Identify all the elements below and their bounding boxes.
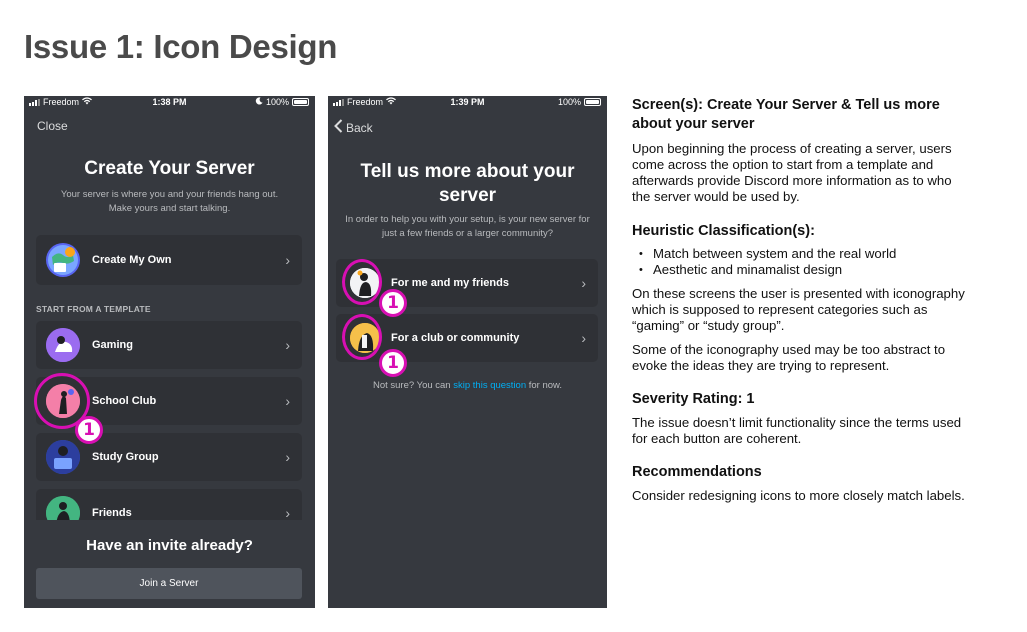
screen-subtitle-line1: In order to help you with your setup, is… xyxy=(345,214,590,225)
section-label: START FROM A TEMPLATE xyxy=(36,304,151,314)
slide-title: Issue 1: Icon Design xyxy=(24,28,338,65)
create-server-screenshot: Freedom 1:38 PM 100% Close Create Your S… xyxy=(24,96,315,608)
callout-ring xyxy=(342,259,382,305)
screens-heading-line1: Screen(s): Create Your Server & Tell us … xyxy=(632,97,940,113)
screens-body-line1: Upon beginning the process of creating a… xyxy=(632,141,952,156)
notes-panel: Screen(s): Create Your Server & Tell us … xyxy=(632,96,1002,504)
template-label: School Club xyxy=(92,395,157,407)
callout-number: 1 xyxy=(75,416,103,444)
not-sure-text: Not sure? You can skip this question for… xyxy=(328,380,607,391)
recommendations-heading: Recommendations xyxy=(632,464,762,480)
create-my-own-label: Create My Own xyxy=(92,254,172,266)
not-sure-suffix: for now. xyxy=(526,380,563,391)
severity-heading: Severity Rating: 1 xyxy=(632,391,755,407)
gaming-icon xyxy=(46,328,80,362)
back-label: Back xyxy=(346,120,373,135)
heuristic-body1-line1: On these screens the user is presented w… xyxy=(632,286,965,301)
option-label: For me and my friends xyxy=(391,277,509,289)
template-label: Study Group xyxy=(92,451,159,463)
chevron-right-icon: › xyxy=(285,449,290,465)
battery-icon xyxy=(584,98,601,106)
screens-body-line2: come across the option to start from a t… xyxy=(632,157,934,172)
status-bar: Freedom 1:38 PM 100% xyxy=(24,96,315,110)
screen-title-line1: Tell us more about your xyxy=(360,161,575,182)
not-sure-prefix: Not sure? You can xyxy=(372,380,454,391)
heuristic-item: Match between system and the real world xyxy=(632,246,1002,262)
template-label: Friends xyxy=(92,507,132,519)
heuristic-body2-line2: evoke the ideas they are trying to repre… xyxy=(632,358,890,373)
template-gaming[interactable]: Gaming › xyxy=(36,321,302,369)
screens-body-line4: the server would be used by. xyxy=(632,189,800,204)
screen-subtitle-line1: Your server is where you and your friend… xyxy=(60,189,279,200)
screen-subtitle-line2: just a few friends or a larger community… xyxy=(381,228,554,239)
template-study-group[interactable]: Study Group › xyxy=(36,433,302,481)
chevron-right-icon: › xyxy=(285,505,290,521)
heuristic-body2-line1: Some of the iconography used may be too … xyxy=(632,342,946,357)
screens-body-line3: afterwards provide Discord more informat… xyxy=(632,173,952,188)
heuristic-body1-line3: “gaming” or “study group”. xyxy=(632,318,785,333)
status-bar: Freedom 1:39 PM 100% xyxy=(328,96,607,110)
callout-number: 1 xyxy=(379,349,407,377)
join-server-button[interactable]: Join a Server xyxy=(36,568,302,599)
screens-heading-line2: about your server xyxy=(632,116,755,132)
severity-body-line1: The issue doesn’t limit functionality si… xyxy=(632,415,962,430)
chevron-right-icon[interactable]: › xyxy=(581,330,586,346)
skip-question-link[interactable]: skip this question xyxy=(453,380,526,391)
template-label: Gaming xyxy=(92,339,133,351)
screen-subtitle-line2: Make yours and start talking. xyxy=(108,203,231,214)
callout-number: 1 xyxy=(379,289,407,317)
moon-icon xyxy=(255,97,263,107)
recommendations-body: Consider redesigning icons to more close… xyxy=(632,488,965,503)
chevron-right-icon: › xyxy=(285,337,290,353)
chevron-left-icon xyxy=(334,119,343,136)
back-button[interactable]: Back xyxy=(334,119,373,136)
chevron-right-icon: › xyxy=(285,393,290,409)
invite-title: Have an invite already? xyxy=(86,537,253,554)
heuristic-heading: Heuristic Classification(s): xyxy=(632,223,815,239)
chevron-right-icon: › xyxy=(285,252,290,268)
close-button[interactable]: Close xyxy=(37,119,68,133)
heuristic-item: Aesthetic and minamalist design xyxy=(632,262,1002,278)
heuristic-body1-line2: which is supposed to represent categorie… xyxy=(632,302,928,317)
study-group-icon xyxy=(46,440,80,474)
heuristic-list: Match between system and the real world … xyxy=(632,246,1002,278)
tell-us-more-screenshot: Freedom 1:39 PM 100% Back Tell us more a… xyxy=(328,96,607,608)
callout-ring xyxy=(342,314,382,360)
globe-icon xyxy=(46,243,80,277)
battery-percent: 100% xyxy=(557,97,581,107)
screen-title: Create Your Server xyxy=(84,158,255,179)
chevron-right-icon[interactable]: › xyxy=(581,275,586,291)
battery-icon xyxy=(292,98,309,106)
battery-percent: 100% xyxy=(265,97,289,107)
severity-body-line2: for each button are coherent. xyxy=(632,431,802,446)
screen-title-line2: server xyxy=(438,185,497,206)
create-my-own-button[interactable]: Create My Own › xyxy=(36,235,302,285)
option-label: For a club or community xyxy=(391,332,520,344)
